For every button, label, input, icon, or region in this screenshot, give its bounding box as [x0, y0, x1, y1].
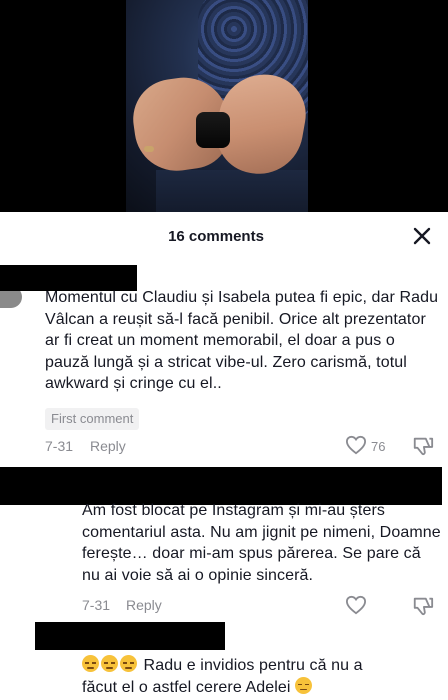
dislike-icon [413, 597, 434, 616]
pensive-face-emoji [82, 655, 99, 672]
close-icon [413, 227, 431, 245]
dislike-icon [413, 437, 434, 456]
comments-count-title: 16 comments [168, 228, 264, 245]
comment-text: Radu e invidios pentru că nu a făcut el … [82, 655, 442, 698]
reply-button[interactable]: Reply [126, 597, 162, 613]
first-comment-badge: First comment [45, 408, 140, 430]
video-ring-box [196, 112, 230, 148]
like-button[interactable] [345, 435, 367, 455]
close-button[interactable] [410, 224, 434, 248]
pensive-face-emoji [295, 676, 313, 694]
comment-text-line2: făcut el o astfel cerere Adelei [82, 678, 296, 696]
heart-icon [345, 595, 367, 615]
video-player[interactable] [0, 0, 448, 212]
dislike-button[interactable] [412, 435, 434, 457]
comment-text: Am fost blocat pe Instagram și mi-au ște… [82, 502, 441, 584]
comment-text: Momentul cu Claudiu și Isabela putea fi … [45, 289, 439, 392]
video-frame [126, 0, 308, 212]
pensive-face-emoji [120, 655, 137, 672]
video-dress [156, 170, 308, 212]
redacted-username [35, 622, 225, 650]
like-button[interactable] [345, 595, 367, 615]
video-ring-glint [144, 146, 154, 152]
like-count: 76 [371, 439, 386, 454]
heart-icon [345, 435, 367, 455]
comments-header: 16 comments [0, 212, 448, 260]
comment-text-line1: Radu e invidios pentru că nu a [139, 657, 363, 674]
pensive-face-emoji [101, 655, 118, 672]
reply-button[interactable]: Reply [90, 438, 126, 454]
comment-date: 7-31 [82, 597, 111, 613]
dislike-button[interactable] [412, 595, 434, 617]
comment-date: 7-31 [45, 438, 74, 454]
